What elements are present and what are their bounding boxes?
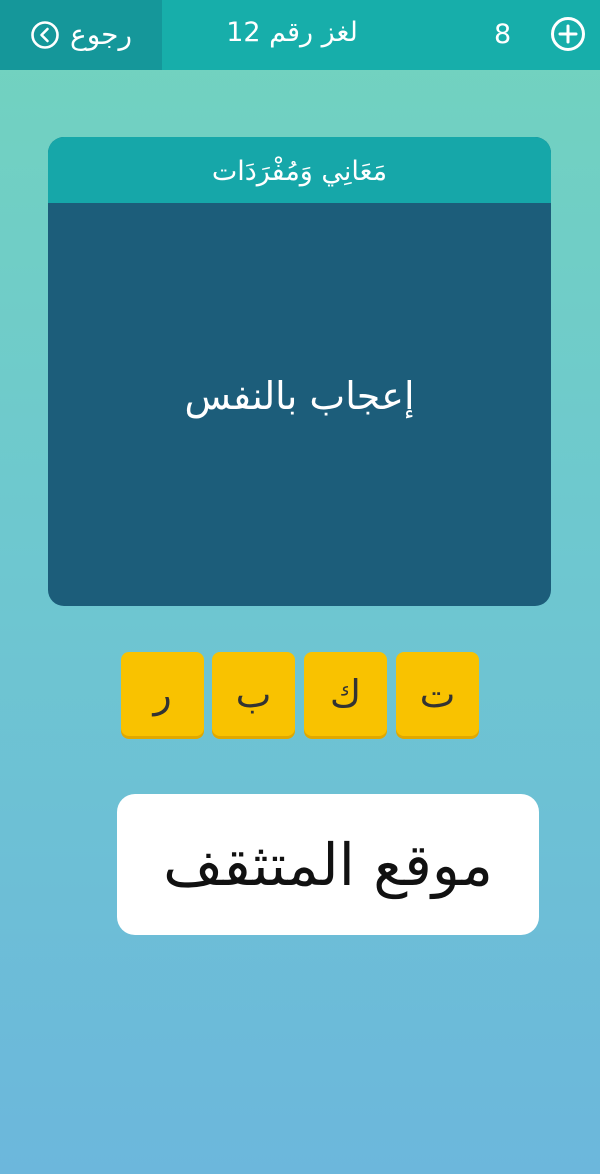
letter-tile[interactable]: ك bbox=[304, 652, 387, 736]
letter-tile[interactable]: ب bbox=[212, 652, 295, 736]
category-title: مَعَانِي وَمُفْرَدَات bbox=[48, 137, 551, 203]
watermark-label: موقع المتثقف bbox=[117, 794, 539, 935]
chevron-left-circle-icon bbox=[31, 21, 59, 49]
clue-card: مَعَانِي وَمُفْرَدَات إعجاب بالنفس bbox=[48, 137, 551, 606]
plus-circle-icon[interactable] bbox=[549, 15, 587, 53]
answer-tiles: ت ك ب ر bbox=[121, 652, 481, 736]
letter-tile[interactable]: ت bbox=[396, 652, 479, 736]
coin-count: 8 bbox=[494, 19, 512, 50]
clue-text: إعجاب بالنفس bbox=[184, 373, 415, 418]
letter-tile[interactable]: ر bbox=[121, 652, 204, 736]
back-button[interactable]: رجوع bbox=[0, 0, 162, 70]
puzzle-title: لغز رقم 12 bbox=[226, 17, 358, 48]
back-button-label: رجوع bbox=[69, 18, 132, 51]
coin-counter: 8 bbox=[460, 0, 600, 70]
top-bar: رجوع لغز رقم 12 8 bbox=[0, 0, 600, 70]
